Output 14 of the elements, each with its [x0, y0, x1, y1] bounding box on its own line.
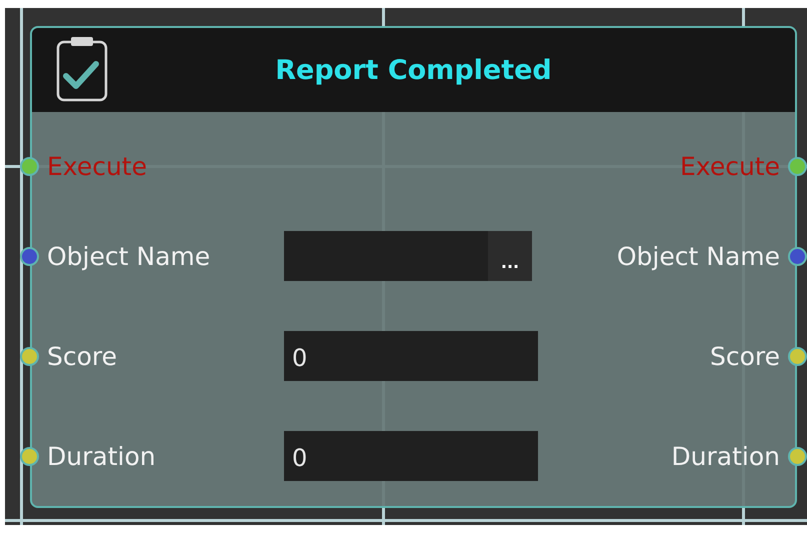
pin-label: Execute — [47, 152, 147, 180]
clipboard-check-icon — [54, 36, 110, 104]
number-field[interactable]: 0 — [284, 331, 538, 381]
pin-label: Object Name — [616, 242, 780, 270]
pin-label: Object Name — [47, 242, 210, 270]
object-field[interactable]: ... — [284, 231, 532, 281]
pin-label: Duration — [47, 442, 156, 470]
pin-label: Duration — [671, 442, 780, 470]
number-field[interactable]: 0 — [284, 431, 538, 481]
node-title: Report Completed — [274, 54, 553, 86]
pin-label: Score — [47, 342, 118, 370]
pin-label: Execute — [680, 152, 780, 180]
browse-button[interactable]: ... — [488, 231, 532, 281]
pin-label: Score — [710, 342, 780, 370]
